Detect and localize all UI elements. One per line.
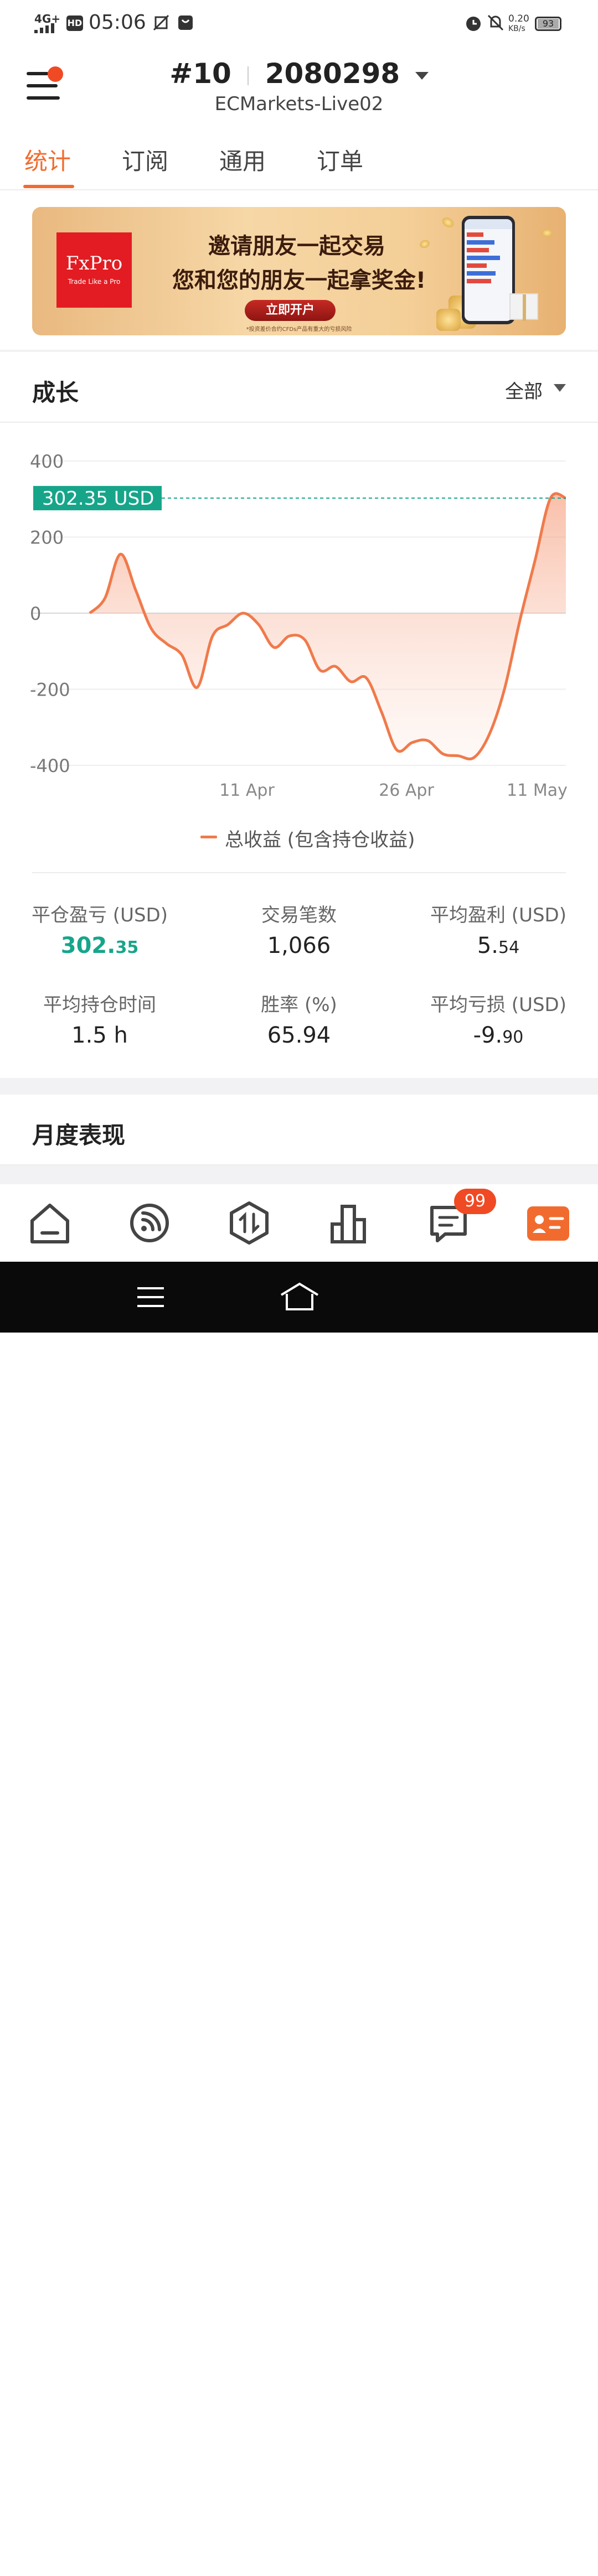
hd-badge: HD <box>66 15 83 31</box>
y-tick-label: 200 <box>30 527 64 548</box>
tab-general[interactable]: 通用 <box>219 143 266 177</box>
x-tick-label: 11 May <box>507 781 568 800</box>
signal-icon <box>34 23 54 33</box>
alarm-icon <box>466 17 481 31</box>
monthly-title: 月度表现 <box>32 1122 126 1149</box>
stat-label: 平仓盈亏 (USD) <box>32 904 168 926</box>
y-tick-label: 400 <box>30 451 64 472</box>
promo-banner[interactable]: FxPro Trade Like a Pro 邀请朋友一起交易 您和您的朋友一起… <box>32 207 566 335</box>
system-nav-bar: @凤凰涅槃168 <box>0 1262 598 2575</box>
mute-icon <box>487 14 504 31</box>
range-filter[interactable]: 全部 <box>505 376 543 403</box>
home-icon[interactable] <box>27 1200 73 1246</box>
stat-value: 5.54 <box>477 933 520 958</box>
stat-value: -9.90 <box>473 1023 524 1048</box>
stat-label: 交易笔数 <box>261 904 337 926</box>
net-speed-unit: KB/s <box>508 24 525 33</box>
section-title: 成长 <box>32 379 79 406</box>
section-divider <box>0 350 598 352</box>
clock: 05:06 <box>89 11 146 34</box>
battery-level: 93 <box>538 19 559 29</box>
y-tick-label: -400 <box>30 755 70 776</box>
chart-legend: 总收益 (包含持仓收益) <box>225 825 415 852</box>
banner-disclaimer: *投资差价合约CFDs产品有重大的亏损风险 <box>246 326 352 333</box>
section-divider <box>0 1165 598 1184</box>
recents-icon[interactable] <box>135 1284 166 1312</box>
y-tick-label: 0 <box>30 603 41 624</box>
divider <box>0 189 598 190</box>
tab-orders[interactable]: 订单 <box>317 143 363 177</box>
x-tick-label: 11 Apr <box>219 781 275 800</box>
stat-value: 1.5 h <box>71 1023 128 1048</box>
screenshot-icon <box>153 14 169 31</box>
x-tick-label: 26 Apr <box>379 781 434 800</box>
stat-value: 302.35 <box>60 933 139 958</box>
stat-label: 胜率 (%) <box>261 994 337 1016</box>
y-tick-label: -200 <box>30 680 70 701</box>
message-badge: 99 <box>454 1189 496 1214</box>
account-selector[interactable]: #10 2080298 <box>0 58 598 90</box>
feed-icon[interactable] <box>126 1200 173 1246</box>
battery-icon: 93 <box>535 17 561 31</box>
section-divider <box>0 1078 598 1095</box>
stat-label: 平均亏损 (USD) <box>430 994 566 1016</box>
profile-icon[interactable] <box>525 1200 571 1246</box>
growth-chart: 400 200 0 -200 -400 302.35 USD 11 Apr 26 Apr 1… <box>30 451 568 800</box>
account-number: 2080298 <box>265 58 400 90</box>
chart-icon[interactable] <box>326 1200 372 1246</box>
tab-indicator <box>23 185 74 188</box>
caret-down-icon[interactable] <box>554 384 566 392</box>
tab-subscription[interactable]: 订阅 <box>122 143 168 177</box>
open-account-button[interactable]: 立即开户 <box>245 300 336 321</box>
caret-down-icon <box>415 71 429 80</box>
trade-icon[interactable] <box>226 1200 272 1246</box>
stat-value: 65.94 <box>267 1023 331 1048</box>
tab-statistics[interactable]: 统计 <box>24 143 71 177</box>
server-name: ECMarkets-Live02 <box>214 93 384 115</box>
home-nav-icon[interactable] <box>279 1282 320 1313</box>
bottom-nav <box>0 1184 598 1262</box>
phone-illustration <box>462 216 515 324</box>
divider <box>0 422 598 423</box>
stat-value: 1,066 <box>267 933 331 958</box>
stat-label: 平均持仓时间 <box>43 994 156 1016</box>
account-prefix: #10 <box>169 58 231 90</box>
stat-label: 平均盈利 (USD) <box>430 904 566 926</box>
current-value-label: 302.35 USD <box>42 488 154 510</box>
gift-box-icon <box>509 293 538 321</box>
net-speed: 0.20 <box>508 13 529 24</box>
legend-swatch <box>200 836 217 838</box>
status-bar: 4G+ HD 05:06 0.20 KB/s 93 <box>0 0 598 48</box>
watermark: @凤凰涅槃168 <box>430 2551 575 2575</box>
legend-label: 总收益 (包含持仓收益) <box>225 829 415 851</box>
divider <box>32 872 566 873</box>
shopping-icon <box>178 15 193 30</box>
